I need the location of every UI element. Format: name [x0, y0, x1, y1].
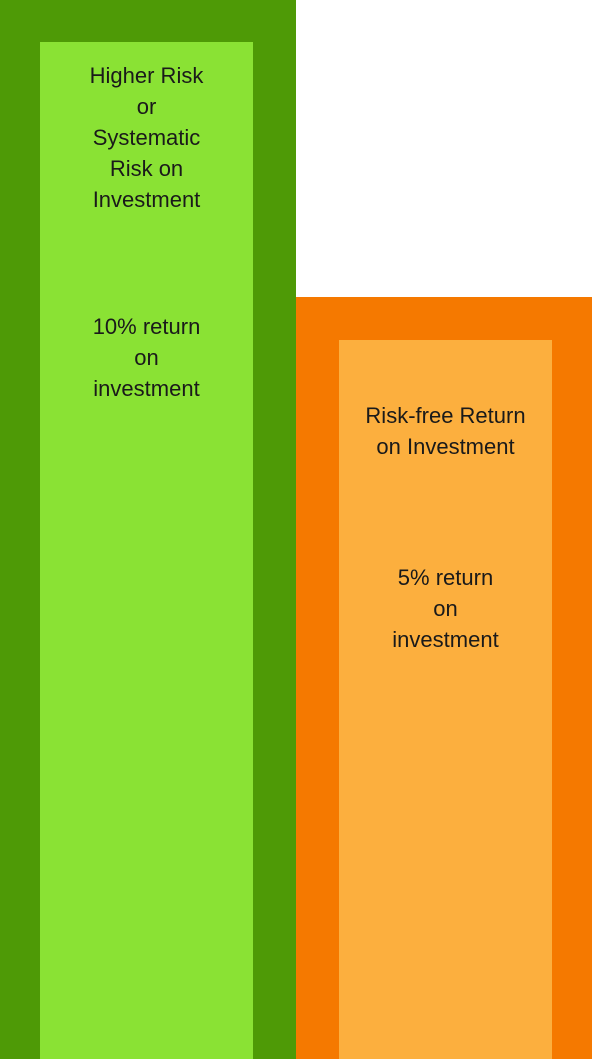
risk-free-return-label: 5% return on investment	[392, 565, 499, 652]
risk-free-bar-outer: Risk-free Return on Investment 5% return…	[296, 297, 592, 1059]
higher-risk-title: Higher Risk or Systematic Risk on Invest…	[89, 63, 204, 212]
higher-risk-bar-inner: Higher Risk or Systematic Risk on Invest…	[40, 42, 253, 1059]
risk-return-diagram: Higher Risk or Systematic Risk on Invest…	[0, 0, 592, 1059]
higher-risk-bar-outer: Higher Risk or Systematic Risk on Invest…	[0, 0, 296, 1059]
higher-risk-return-label: 10% return on investment	[92, 314, 201, 401]
risk-free-title: Risk-free Return on Investment	[365, 403, 526, 459]
risk-free-bar-inner: Risk-free Return on Investment 5% return…	[339, 340, 552, 1059]
